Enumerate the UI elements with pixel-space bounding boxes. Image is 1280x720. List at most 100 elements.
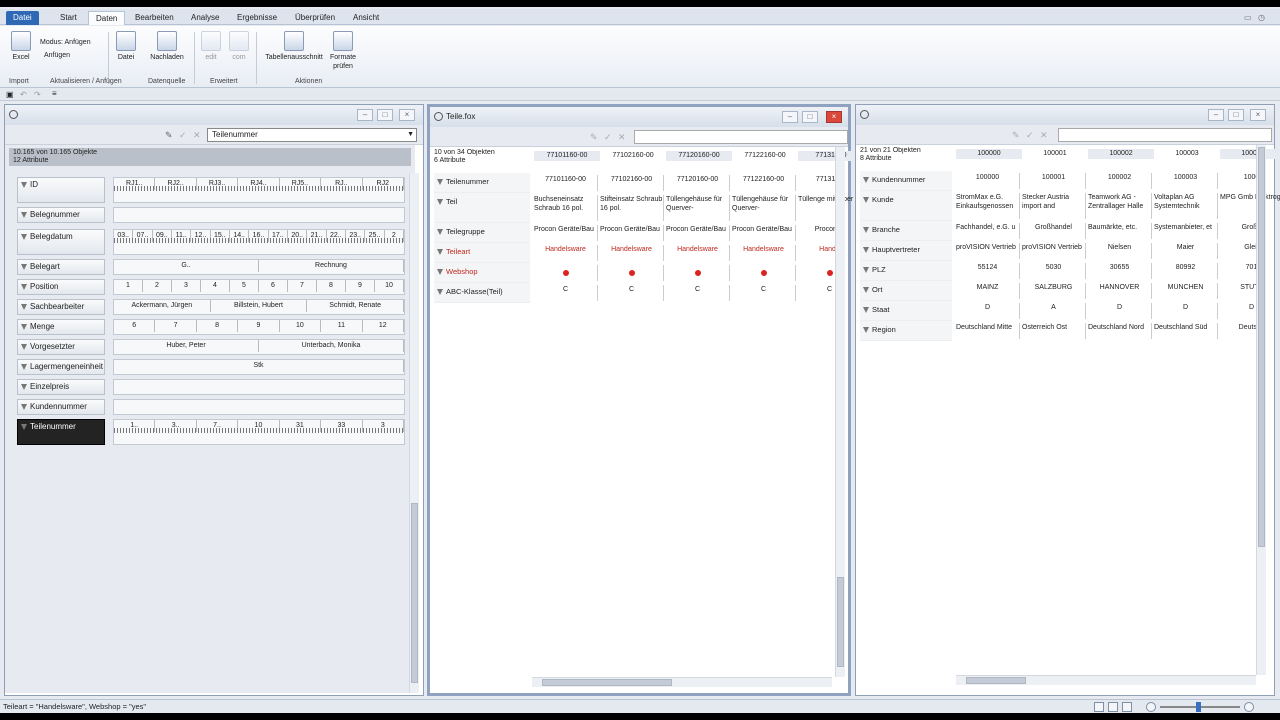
strip-segment[interactable]: 2 (143, 280, 172, 292)
attribute-strip[interactable]: 1.. 3.. 7.. 10 31 33 3 (113, 419, 405, 445)
tab-datei[interactable]: Datei (6, 11, 39, 25)
reload-button[interactable]: Nachladen (146, 31, 188, 62)
zoom-slider-thumb[interactable] (1196, 702, 1201, 712)
cross-icon[interactable]: ✕ (618, 132, 626, 143)
attribute-strip[interactable] (113, 399, 405, 415)
grid-cell[interactable]: Stecker Austria import and (1022, 193, 1086, 219)
strip-segment[interactable]: 7 (288, 280, 317, 292)
grid-cell[interactable]: Procon G (798, 225, 862, 241)
close-button[interactable]: × (826, 111, 842, 123)
grid-cell[interactable]: 7713124 (798, 175, 862, 191)
strip-segment[interactable]: 1 (114, 280, 143, 292)
attribute-belegnummer[interactable]: Belegnummer (17, 207, 105, 223)
grid-cell[interactable]: Buchseneinsatz Schraub 16 pol. (534, 195, 598, 221)
search-input[interactable] (634, 130, 848, 144)
grid-cell[interactable]: proVISION Vertrieb (956, 243, 1020, 259)
grid-cell[interactable]: 80992 (1154, 263, 1218, 279)
check-icon[interactable]: ✓ (604, 132, 612, 143)
grid-cell[interactable]: Großhandel (1022, 223, 1086, 239)
minimize-button[interactable]: – (782, 111, 798, 123)
grid-cell[interactable]: D (956, 303, 1020, 319)
grid-cell[interactable]: 5030 (1022, 263, 1086, 279)
grid-cell[interactable]: Gleit (1220, 243, 1280, 259)
grid-cell[interactable]: HANNOVER (1088, 283, 1152, 299)
undo-icon[interactable]: ↶ (20, 90, 27, 99)
edit-button[interactable]: edit (200, 31, 222, 62)
tab-start[interactable]: Start (53, 11, 84, 25)
column-header[interactable]: 100002 (1088, 149, 1154, 159)
append-button[interactable]: Anfügen (44, 51, 70, 60)
grid-cell[interactable]: Maier (1154, 243, 1218, 259)
file-source-button[interactable]: Datei (114, 31, 138, 62)
column-header[interactable]: 100001 (1022, 149, 1088, 159)
grid-cell[interactable]: MÜNCHEN (1154, 283, 1218, 299)
tab-ansicht[interactable]: Ansicht (346, 11, 386, 25)
table-section-button[interactable]: Tabellenausschnitt (262, 31, 326, 62)
grid-cell[interactable]: MPG Gmb Elektrogr (1220, 193, 1280, 219)
grid-cell[interactable]: Handelsware (666, 245, 730, 261)
strip-segment[interactable]: Stk (114, 360, 404, 372)
grid-cell[interactable]: 100002 (1088, 173, 1152, 189)
attribute-strip[interactable] (113, 207, 405, 223)
attribute-sachbearbeiter[interactable]: Sachbearbeiter (17, 299, 105, 315)
strip-segment[interactable]: G.. (114, 260, 259, 272)
grid-cell[interactable] (666, 265, 730, 281)
grid-cell[interactable]: Deutschland Süd (1154, 323, 1218, 339)
attribute-belegart[interactable]: Belegart (17, 259, 105, 275)
pencil-icon[interactable]: ✎ (1012, 130, 1020, 141)
view-layout-icon[interactable] (1108, 702, 1118, 712)
grid-cell[interactable]: D (1220, 303, 1280, 319)
attribute-strip[interactable]: G.. Rechnung (113, 259, 405, 275)
help-icon[interactable]: ◷ (1258, 13, 1265, 22)
minimize-ribbon-icon[interactable]: ▭ (1244, 13, 1252, 22)
row-label-abc-klasse(teil)[interactable]: ABC-Klasse(Teil) (434, 283, 530, 303)
redo-icon[interactable]: ↷ (34, 90, 41, 99)
grid-cell[interactable]: 77120160-00 (666, 175, 730, 191)
row-label-teileart[interactable]: Teileart (434, 243, 530, 263)
scroll-thumb[interactable] (1258, 147, 1265, 547)
row-label-ort[interactable]: Ort (860, 281, 952, 301)
grid-cell[interactable]: C (666, 285, 730, 301)
scroll-thumb[interactable] (837, 577, 844, 667)
horizontal-scrollbar[interactable] (532, 677, 832, 687)
horizontal-scrollbar[interactable] (956, 675, 1256, 685)
attribute-strip[interactable]: 6 7 8 9 10 11 12 (113, 319, 405, 335)
grid-cell[interactable]: Deutschland Mitte (956, 323, 1020, 339)
grid-cell[interactable]: Procon Geräte/Bau (600, 225, 664, 241)
close-button[interactable]: × (399, 109, 415, 121)
row-label-teilenummer[interactable]: Teilenummer (434, 173, 530, 193)
strip-segment[interactable]: 8 (197, 320, 239, 332)
column-header[interactable]: 77120160-00 (666, 151, 732, 161)
minimize-button[interactable]: – (1208, 109, 1224, 121)
grid-cell[interactable]: Tüllengehäuse für Querver- (732, 195, 796, 221)
grid-cell[interactable] (534, 265, 598, 281)
grid-cell[interactable]: 100003 (1154, 173, 1218, 189)
attribute-id[interactable]: ID (17, 177, 105, 203)
tab-bearbeiten[interactable]: Bearbeiten (128, 11, 181, 25)
grid-cell[interactable]: Handelsware (600, 245, 664, 261)
tab-analyse[interactable]: Analyse (184, 11, 226, 25)
grid-cell[interactable]: A (1022, 303, 1086, 319)
attribute-kundennummer[interactable]: Kundennummer (17, 399, 105, 415)
grid-cell[interactable]: Procon Geräte/Bau (732, 225, 796, 241)
customize-icon[interactable]: ≡ (52, 89, 57, 98)
grid-cell[interactable]: Tüllenge mit Über (798, 195, 862, 221)
scroll-thumb[interactable] (411, 503, 418, 683)
row-label-branche[interactable]: Branche (860, 221, 952, 241)
strip-segment[interactable]: 12 (363, 320, 404, 332)
column-header[interactable]: 100000 (956, 149, 1022, 159)
strip-segment[interactable]: Unterbach, Monika (259, 340, 404, 352)
strip-segment[interactable]: 4 (201, 280, 230, 292)
cross-icon[interactable]: ✕ (193, 130, 201, 141)
column-header[interactable]: 100004 (1220, 149, 1280, 159)
pencil-icon[interactable]: ✎ (590, 132, 598, 143)
strip-segment[interactable]: 5 (230, 280, 259, 292)
grid-cell[interactable]: 100000 (956, 173, 1020, 189)
search-input[interactable] (1058, 128, 1272, 142)
vertical-scrollbar[interactable] (409, 173, 419, 693)
column-header[interactable]: 77102160-00 (600, 151, 666, 161)
attribute-select[interactable]: Teilenummer ▼ (207, 128, 417, 142)
row-label-teil[interactable]: Teil (434, 193, 530, 223)
strip-segment[interactable]: 7 (155, 320, 197, 332)
column-header[interactable]: 77101160-00 (534, 151, 600, 161)
